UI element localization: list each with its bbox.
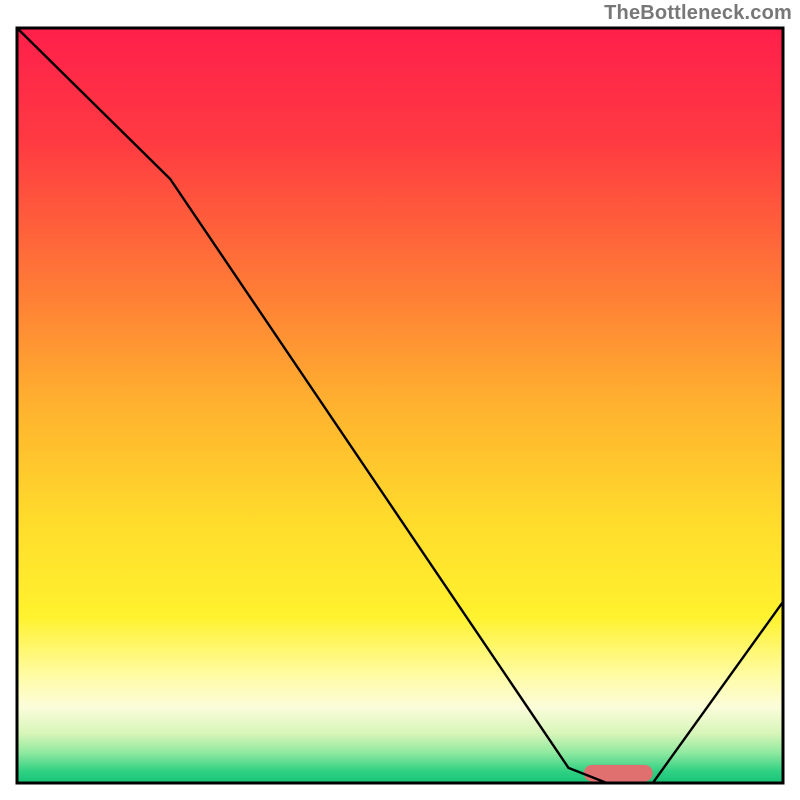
bottleneck-chart [0, 0, 800, 800]
